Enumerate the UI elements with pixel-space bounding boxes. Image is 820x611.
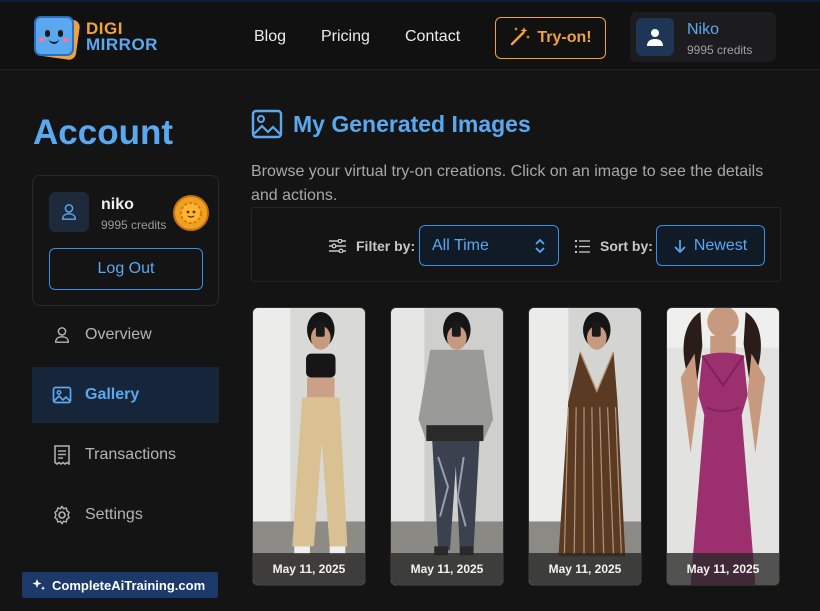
sidebar-item-label: Transactions bbox=[85, 446, 176, 463]
gallery-card[interactable]: May 11, 2025 bbox=[528, 307, 642, 586]
user-name: Niko bbox=[687, 21, 720, 38]
sun-badge-icon bbox=[173, 195, 209, 231]
gallery-card[interactable]: May 11, 2025 bbox=[666, 307, 780, 586]
top-navbar: DIGI MIRROR Blog Pricing Contact Try-on!… bbox=[0, 0, 820, 70]
sidebar-item-label: Settings bbox=[85, 506, 143, 523]
image-date: May 11, 2025 bbox=[529, 553, 641, 585]
sidebar-item-label: Overview bbox=[85, 326, 152, 343]
image-icon bbox=[251, 109, 283, 139]
sparkle-icon bbox=[32, 578, 46, 592]
brand-logo[interactable]: DIGI MIRROR bbox=[32, 14, 158, 61]
brand-line2: MIRROR bbox=[86, 35, 158, 54]
watermark-badge[interactable]: CompleteAiTraining.com bbox=[22, 572, 218, 598]
sort-button[interactable]: Newest bbox=[656, 225, 765, 266]
page-title: Account bbox=[33, 113, 173, 152]
try-on-label: Try-on! bbox=[537, 29, 592, 46]
filter-bar: Filter by: All Time Sort by: Newest bbox=[251, 207, 781, 282]
time-filter-value: All Time bbox=[432, 236, 489, 254]
watermark-text: CompleteAiTraining.com bbox=[52, 577, 206, 593]
receipt-icon bbox=[52, 445, 72, 465]
list-icon bbox=[575, 239, 590, 254]
generated-image bbox=[391, 308, 503, 585]
gallery-title: My Generated Images bbox=[293, 110, 531, 137]
arrow-down-icon bbox=[674, 239, 686, 253]
generated-image bbox=[529, 308, 641, 585]
try-on-button[interactable]: Try-on! bbox=[495, 17, 606, 59]
image-date: May 11, 2025 bbox=[391, 553, 503, 585]
generated-image bbox=[667, 308, 779, 585]
sidebar-item-gallery[interactable]: Gallery bbox=[32, 367, 219, 423]
time-filter-select[interactable]: All Time bbox=[419, 225, 559, 266]
user-menu[interactable]: Niko 9995 credits bbox=[630, 12, 776, 62]
gallery-card[interactable]: May 11, 2025 bbox=[252, 307, 366, 586]
sliders-icon bbox=[329, 239, 346, 253]
image-date: May 11, 2025 bbox=[667, 553, 779, 585]
nav-pricing[interactable]: Pricing bbox=[321, 28, 370, 46]
sort-label: Sort by: bbox=[575, 238, 653, 254]
generated-image bbox=[253, 308, 365, 585]
user-icon bbox=[52, 325, 72, 345]
sidebar-item-transactions[interactable]: Transactions bbox=[32, 427, 219, 483]
filter-label: Filter by: bbox=[329, 238, 415, 254]
nav-contact[interactable]: Contact bbox=[405, 28, 460, 46]
avatar bbox=[49, 192, 89, 232]
logout-button[interactable]: Log Out bbox=[49, 248, 203, 290]
magic-wand-icon bbox=[509, 25, 531, 52]
profile-card: niko 9995 credits Log Out bbox=[32, 175, 219, 306]
sort-value: Newest bbox=[693, 236, 748, 254]
user-outline-icon bbox=[61, 204, 77, 220]
image-date: May 11, 2025 bbox=[253, 553, 365, 585]
gallery-description: Browse your virtual try-on creations. Cl… bbox=[251, 163, 764, 204]
avatar bbox=[636, 18, 674, 56]
nav-blog[interactable]: Blog bbox=[254, 28, 286, 46]
profile-name: niko bbox=[101, 196, 134, 213]
logo-mascot-icon bbox=[32, 14, 81, 61]
chevron-updown-icon bbox=[534, 237, 546, 260]
gallery-heading: My Generated Images bbox=[251, 109, 531, 139]
gear-icon bbox=[52, 505, 72, 525]
image-icon bbox=[52, 385, 72, 405]
user-icon bbox=[647, 29, 663, 46]
gallery-card[interactable]: May 11, 2025 bbox=[390, 307, 504, 586]
user-credits: 9995 credits bbox=[687, 43, 753, 57]
sidebar-item-settings[interactable]: Settings bbox=[32, 487, 219, 543]
sidebar-item-label: Gallery bbox=[85, 386, 140, 403]
profile-credits: 9995 credits bbox=[101, 218, 167, 232]
sidebar-item-overview[interactable]: Overview bbox=[32, 307, 219, 363]
